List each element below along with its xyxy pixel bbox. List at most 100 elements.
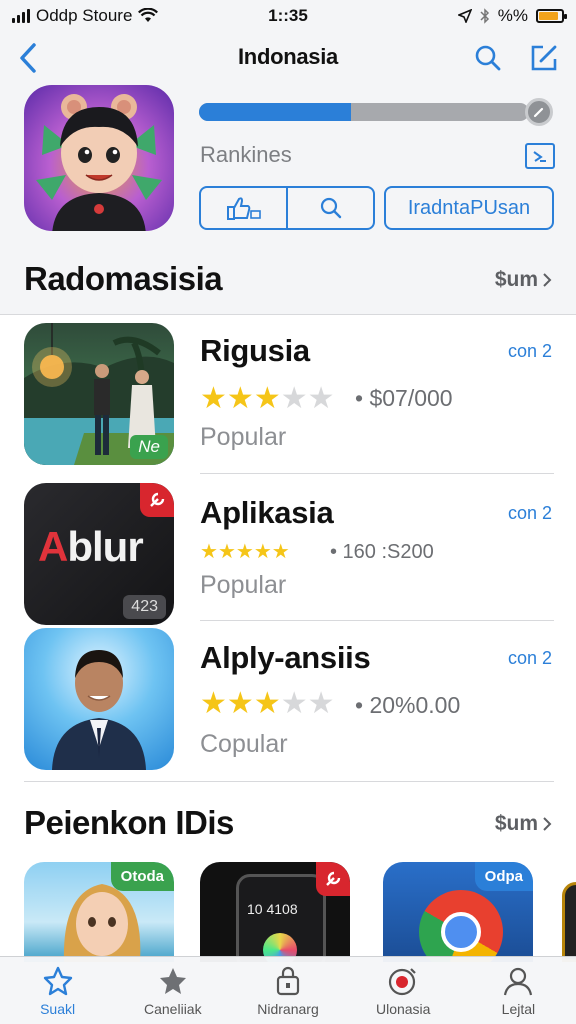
tab-label: Nidranarg [257,1001,319,1017]
lock-bag-icon [276,966,300,996]
tab-arcade[interactable]: Ulonasia [346,957,461,1024]
tab-label: Suakl [40,1001,76,1017]
progress-knob[interactable] [525,98,553,126]
star-empty-icon: ★ [280,687,308,720]
featured-card[interactable]: Odpa [383,862,533,962]
star-filled-icon: ★ [271,541,290,563]
rating-stars: ★ ★ ★ ★ ★ [200,539,290,564]
browser-logo-center [441,912,481,952]
nav-bar: Indonasia [0,32,576,84]
person-icon [504,967,533,996]
star-outline-icon [43,966,72,996]
phone-mockup: 10 4108 [236,874,326,962]
phone-screen-text: 10 4108 [247,901,298,917]
star-filled-icon: ★ [200,541,218,563]
app-name: Aplikasia [200,495,334,530]
wrench-icon [326,871,341,886]
see-all-label: $um [494,268,538,291]
compose-button[interactable] [526,40,562,76]
tab-apps[interactable]: Nidranarg [230,957,345,1024]
signal-icon [12,9,30,23]
progress-fill [199,103,351,121]
star-filled-icon: ★ [253,541,272,563]
ranking-progress[interactable] [199,98,553,126]
browser-logo-icon [419,890,503,962]
featured-tag: Otoda [110,862,174,891]
app-name: Alply-ansiis [200,640,371,675]
search-icon [475,45,501,71]
carrier-label: Oddp Stoure [36,6,133,25]
rating-stars: ★ ★ ★ ★ ★ [200,381,335,416]
app-category: Popular [200,423,287,451]
rankings-label: Rankines [200,142,292,167]
expand-button[interactable] [525,143,555,169]
star-empty-icon: ★ [307,687,335,720]
get-button[interactable]: con 2 [508,648,552,669]
get-button[interactable]: con 2 [508,341,552,362]
battery-level [539,12,558,20]
section-title: Peienkon IDis [24,804,234,841]
featured-card-partial[interactable] [562,882,576,962]
app-name: Rigusia [200,333,310,368]
chevron-right-icon [543,817,552,831]
star-filled-icon: ★ [253,382,281,415]
segment-like[interactable] [201,188,286,228]
app-category: Copular [200,730,288,758]
segmented-control [199,186,375,230]
thumbnail-wordmark-initial: A [38,523,68,570]
battery-icon [536,9,567,23]
tab-label: Ulonasia [375,1001,431,1017]
tab-label: Lejtal [501,1001,536,1017]
header-zone: Indonasia Rankines IradntaPUsan Radomasi… [0,32,576,314]
search-button[interactable] [470,40,506,76]
tab-games[interactable]: Caneliiak [115,957,230,1024]
expand-icon [533,151,546,162]
tab-today[interactable]: Suakl [0,957,115,1024]
person-portrait-icon [52,650,146,770]
thumbnail-wordmark: Ablur [38,523,144,571]
app-price: • 160 :S200 [330,541,434,563]
star-empty-icon: ★ [307,382,335,415]
star-filled-icon: ★ [253,687,281,720]
app-row-2[interactable]: Ablur 423 Aplikasia con 2 ★ ★ ★ ★ ★ • 160 :S… [0,475,576,625]
star-filled-icon: ★ [235,541,254,563]
pencil-icon [533,107,544,118]
row-separator [200,473,554,474]
app-thumbnail[interactable]: Ne [24,323,174,465]
section-title: Radomasisia [24,260,223,297]
see-all-label: $um [494,812,538,835]
status-left: Oddp Stoure [12,6,212,26]
featured-tag: Odpa [474,862,533,891]
bluetooth-icon [480,8,489,24]
star-filled-icon: ★ [200,382,227,415]
featured-card[interactable]: Otoda [24,862,174,962]
star-filled-icon: ★ [217,541,236,563]
wifi-icon [138,8,159,22]
star-filled-icon: ★ [200,687,227,720]
progress-track [199,103,529,121]
app-price: • 20%0.00 [355,692,461,718]
action-button[interactable]: IradntaPUsan [384,186,554,230]
star-empty-icon: ★ [280,382,308,415]
app-row-1[interactable]: Ne Rigusia con 2 ★ ★ ★ ★ ★ • $07/000 Popular [0,315,576,465]
see-all-link[interactable]: $um [495,268,552,292]
tab-search[interactable]: Lejtal [461,957,576,1024]
status-right: %% [364,6,567,26]
record-icon [389,968,416,996]
see-all-link[interactable]: $um [495,812,552,836]
tab-bar: Suakl Caneliiak Nidranarg Ulonasia Lejta… [0,956,576,1024]
app-thumbnail[interactable] [24,628,174,770]
app-row-3[interactable]: Alply-ansiis con 2 ★ ★ ★ ★ ★ • 20%0.00 Copul… [0,620,576,770]
star-filled-icon: ★ [226,382,254,415]
thumbnail-badge: Ne [130,435,168,459]
thumbnail-badge: 423 [123,595,166,619]
featured-app-icon[interactable] [24,85,174,231]
segment-search[interactable] [286,188,373,228]
app-thumbnail[interactable]: Ablur 423 [24,483,174,625]
featured-card[interactable]: 10 4108 [200,862,350,962]
thumbnail-wordmark-rest: blur [67,523,143,570]
app-category: Popular [200,571,287,599]
thumbs-up-icon [226,197,261,220]
star-filled-icon [159,968,186,994]
get-button[interactable]: con 2 [508,503,552,524]
